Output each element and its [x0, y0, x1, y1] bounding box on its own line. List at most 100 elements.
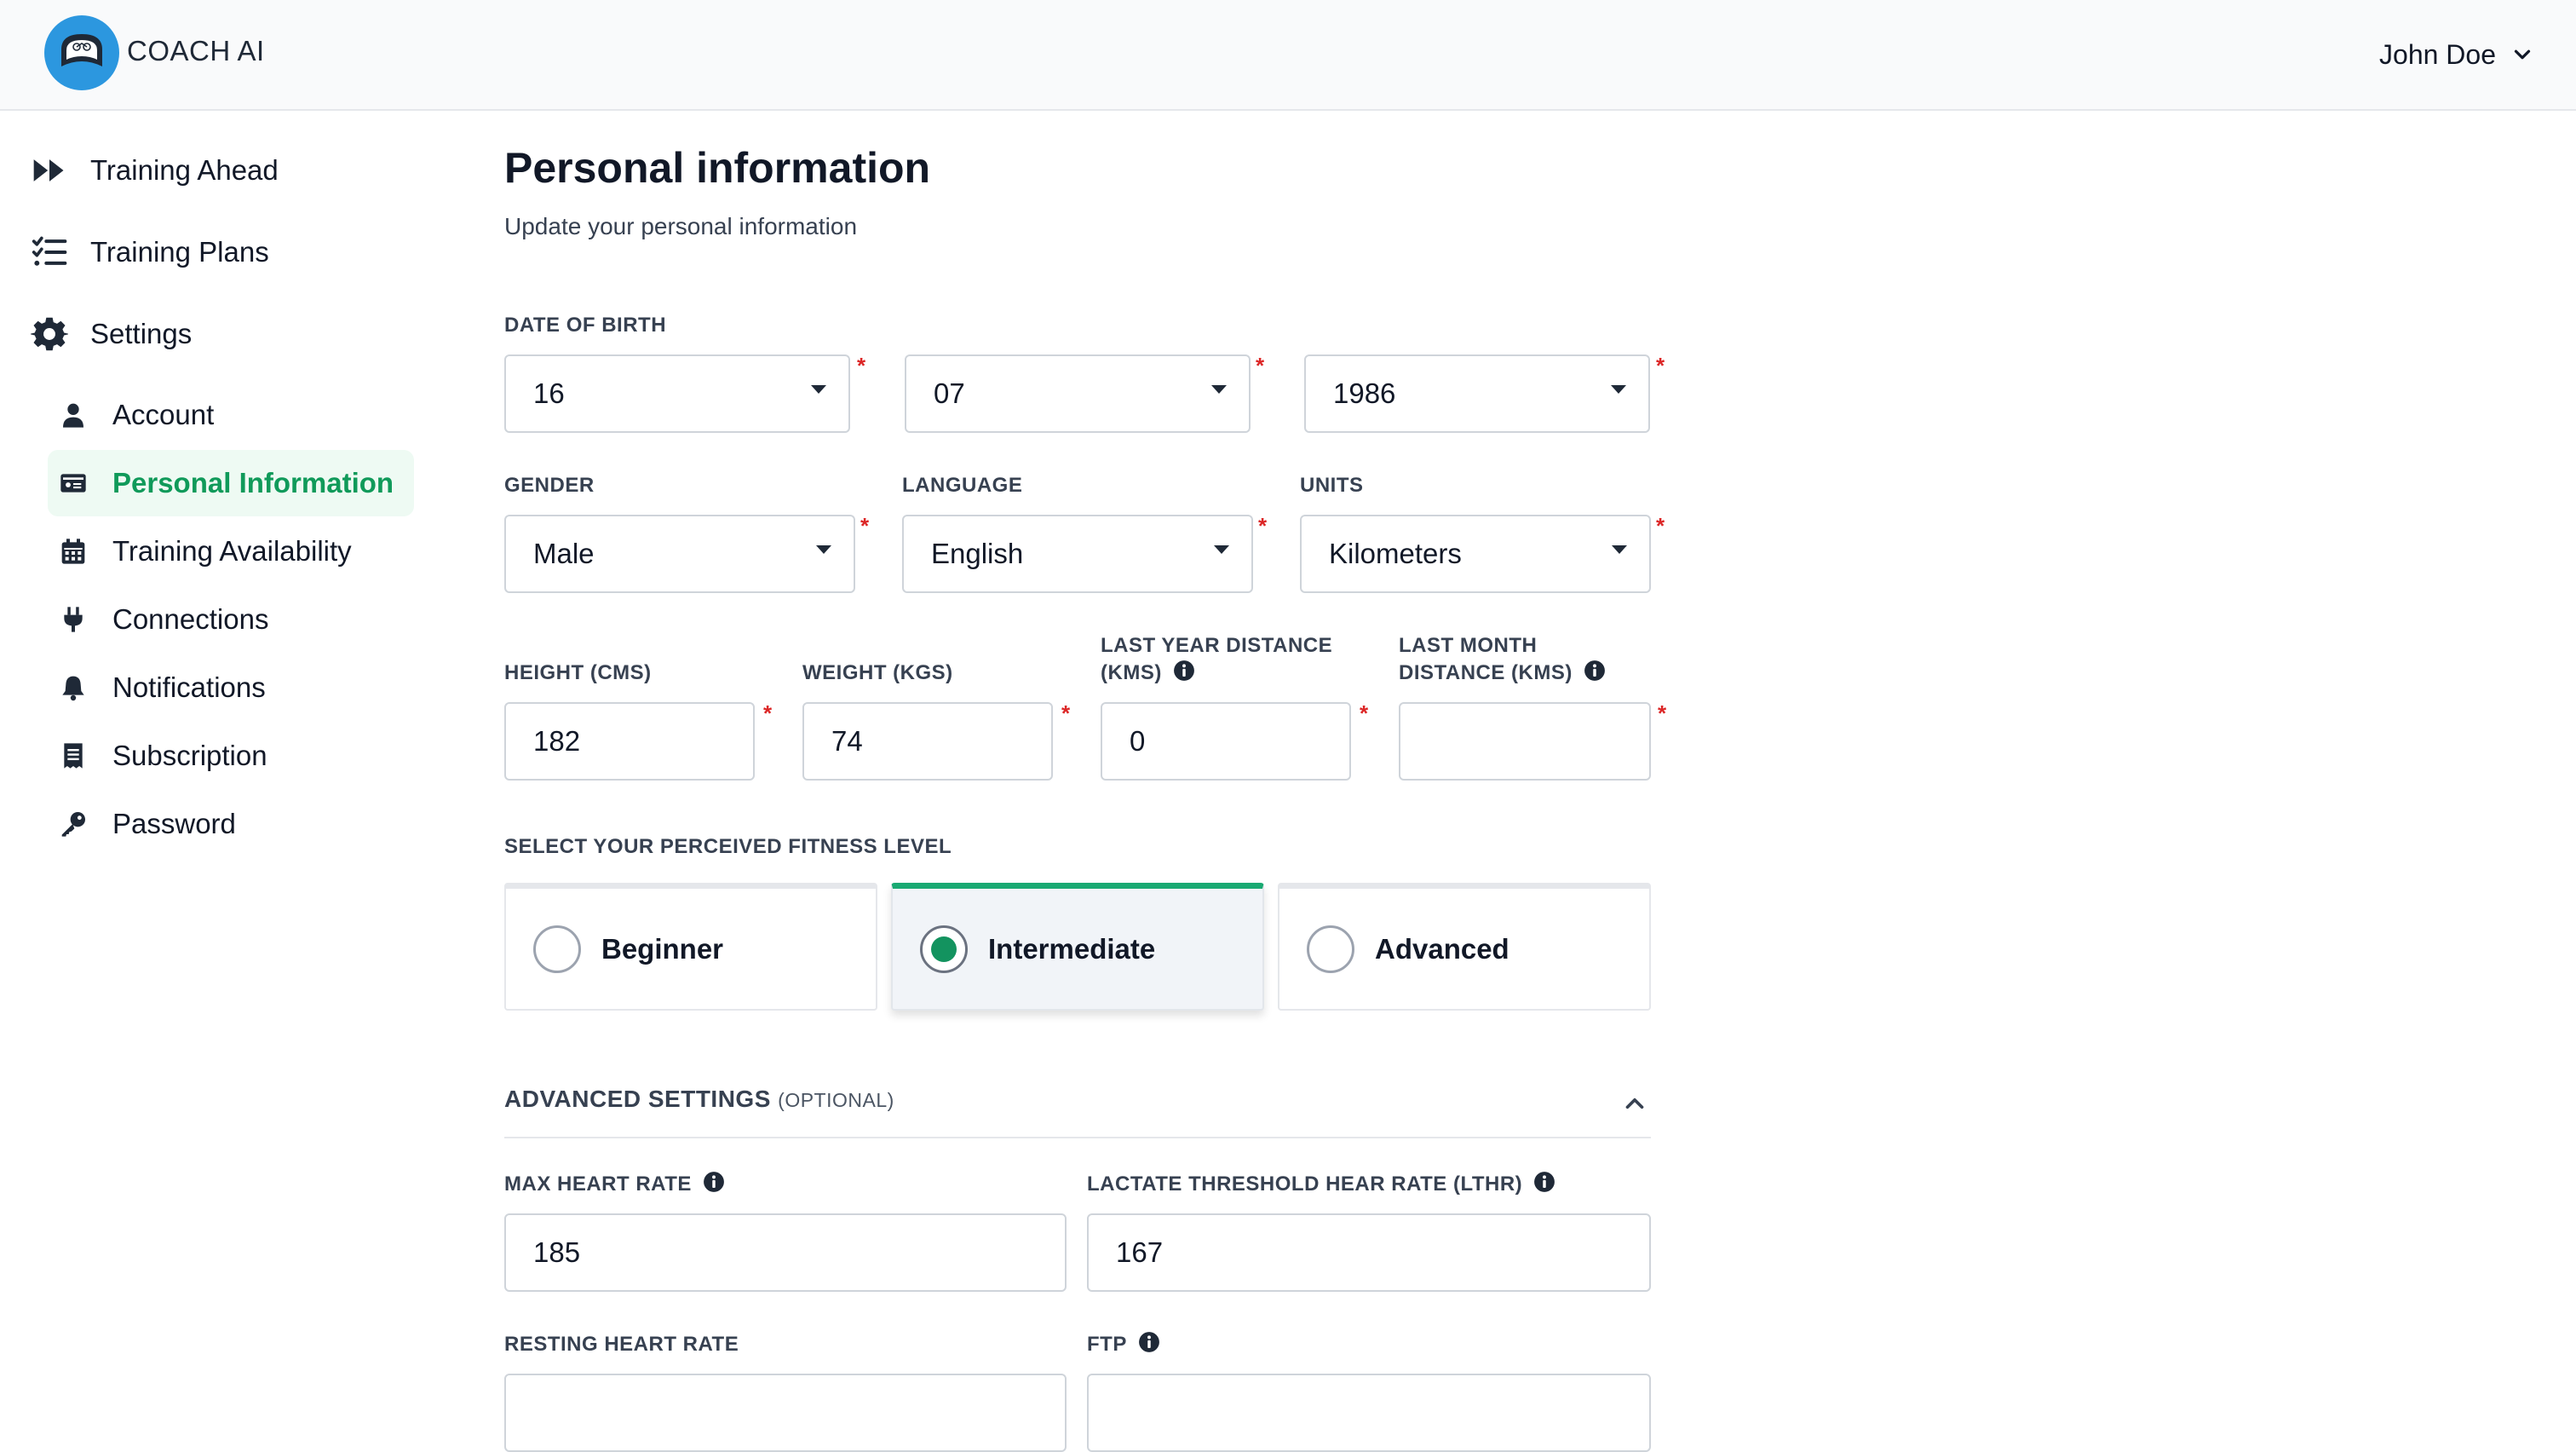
info-icon[interactable] [1584, 660, 1606, 682]
max-heart-rate-input[interactable]: 185 [504, 1213, 1067, 1292]
radio-button[interactable] [533, 925, 581, 973]
fast-forward-icon [33, 159, 64, 182]
required-marker: * [1258, 513, 1268, 539]
sidebar-item-password[interactable]: Password [48, 791, 414, 857]
receipt-icon [64, 743, 83, 769]
coach-logo-icon[interactable] [44, 15, 119, 90]
sidebar-item-label: Notifications [112, 671, 266, 703]
ftp-label: FTP [1087, 1331, 1160, 1358]
chevron-up-icon [1625, 1098, 1644, 1109]
last-month-label-line2: DISTANCE (KMS) [1399, 661, 1573, 684]
sidebar-item-label: Training Availability [112, 535, 352, 567]
required-marker: * [763, 700, 773, 726]
info-icon[interactable] [703, 1171, 725, 1193]
units-select[interactable]: Kilometers [1300, 515, 1651, 593]
required-marker: * [1256, 353, 1265, 378]
sidebar-item-settings[interactable]: Settings [31, 300, 192, 368]
caret-down-icon [1612, 545, 1627, 554]
sidebar-item-account[interactable]: Account [48, 382, 414, 448]
sidebar-item-label: Settings [90, 318, 193, 349]
last-year-distance-label: LAST YEAR DISTANCE (KMS) [1101, 632, 1332, 687]
sidebar-item-label: Subscription [112, 740, 267, 771]
dob-day-value: 16 [533, 377, 565, 409]
dob-month-select[interactable]: 07 [905, 354, 1251, 433]
fitness-option-label: Beginner [601, 932, 724, 965]
gear-icon [31, 317, 68, 351]
sidebar-item-training-availability[interactable]: Training Availability [48, 518, 414, 585]
sidebar-item-label: Training Plans [90, 236, 269, 268]
units-value: Kilometers [1329, 538, 1462, 569]
dob-year-value: 1986 [1333, 377, 1396, 409]
plug-icon [64, 607, 83, 632]
gender-select[interactable]: Male [504, 515, 855, 593]
fitness-option-advanced[interactable]: Advanced [1278, 883, 1651, 1011]
user-name: John Doe [2379, 38, 2496, 70]
calendar-icon [61, 539, 85, 564]
sidebar-item-training-ahead[interactable]: Training Ahead [31, 136, 279, 205]
dob-year-select[interactable]: 1986 [1304, 354, 1650, 433]
id-card-icon [60, 474, 86, 493]
advanced-settings-title: ADVANCED SETTINGS (OPTIONAL) [504, 1086, 894, 1113]
last-year-distance-input[interactable]: 0 [1101, 702, 1351, 781]
last-month-label-line1: LAST MONTH [1399, 634, 1538, 657]
last-year-distance-value: 0 [1130, 725, 1146, 757]
sidebar-item-personal-information[interactable]: Personal Information [48, 450, 414, 516]
required-marker: * [1658, 700, 1667, 726]
last-year-label-line2: (KMS) [1101, 661, 1162, 684]
weight-label: WEIGHT (KGS) [802, 661, 953, 684]
lthr-value: 167 [1116, 1236, 1164, 1268]
fitness-option-beginner[interactable]: Beginner [504, 883, 877, 1011]
lthr-input[interactable]: 167 [1087, 1213, 1651, 1292]
bell-icon [62, 676, 84, 701]
sidebar-item-notifications[interactable]: Notifications [48, 654, 414, 721]
caret-down-icon [1211, 385, 1227, 394]
radio-button-selected[interactable] [920, 925, 968, 973]
advanced-settings-label: ADVANCED SETTINGS [504, 1086, 771, 1112]
required-marker: * [1061, 700, 1071, 726]
caret-down-icon [1214, 545, 1229, 554]
caret-down-icon [811, 385, 826, 394]
sidebar-item-label: Account [112, 399, 215, 430]
fitness-option-label: Advanced [1375, 932, 1509, 965]
dob-day-select[interactable]: 16 [504, 354, 850, 433]
gender-label: GENDER [504, 474, 595, 497]
max-heart-rate-label-text: MAX HEART RATE [504, 1173, 692, 1196]
max-heart-rate-value: 185 [533, 1236, 581, 1268]
weight-value: 74 [831, 725, 863, 757]
height-value: 182 [533, 725, 581, 757]
required-marker: * [1360, 700, 1369, 726]
fitness-option-intermediate[interactable]: Intermediate [891, 883, 1264, 1011]
user-menu[interactable]: John Doe [2379, 34, 2535, 75]
max-heart-rate-label: MAX HEART RATE [504, 1171, 725, 1198]
language-value: English [931, 538, 1024, 569]
radio-button[interactable] [1307, 925, 1354, 973]
sidebar-item-label: Training Ahead [90, 154, 279, 186]
info-icon[interactable] [1138, 1331, 1160, 1353]
language-select[interactable]: English [902, 515, 1253, 593]
brand-name: COACH AI [127, 35, 265, 66]
fitness-level-label: SELECT YOUR PERCEIVED FITNESS LEVEL [504, 835, 952, 858]
required-marker: * [1656, 513, 1665, 539]
info-icon[interactable] [1533, 1171, 1555, 1193]
language-label: LANGUAGE [902, 474, 1023, 497]
fitness-option-label: Intermediate [988, 932, 1156, 965]
sidebar-item-subscription[interactable]: Subscription [48, 723, 414, 789]
key-icon [61, 812, 85, 837]
weight-input[interactable]: 74 [802, 702, 1053, 781]
sidebar-item-label: Password [112, 808, 236, 839]
sidebar-item-training-plans[interactable]: Training Plans [31, 218, 269, 286]
info-icon[interactable] [1173, 660, 1195, 682]
last-year-label-line1: LAST YEAR DISTANCE [1101, 634, 1333, 657]
radio-dot [931, 936, 957, 962]
height-input[interactable]: 182 [504, 702, 755, 781]
ftp-input[interactable] [1087, 1374, 1651, 1452]
sidebar-item-connections[interactable]: Connections [48, 586, 414, 653]
caret-down-icon [1611, 385, 1626, 394]
caret-down-icon [816, 545, 831, 554]
advanced-settings-toggle[interactable]: ADVANCED SETTINGS (OPTIONAL) [504, 1063, 1651, 1149]
resting-heart-rate-input[interactable] [504, 1374, 1067, 1452]
dob-month-value: 07 [934, 377, 965, 409]
optional-tag: (OPTIONAL) [778, 1089, 894, 1111]
resting-heart-rate-label: RESTING HEART RATE [504, 1333, 739, 1356]
last-month-distance-input[interactable] [1399, 702, 1651, 781]
